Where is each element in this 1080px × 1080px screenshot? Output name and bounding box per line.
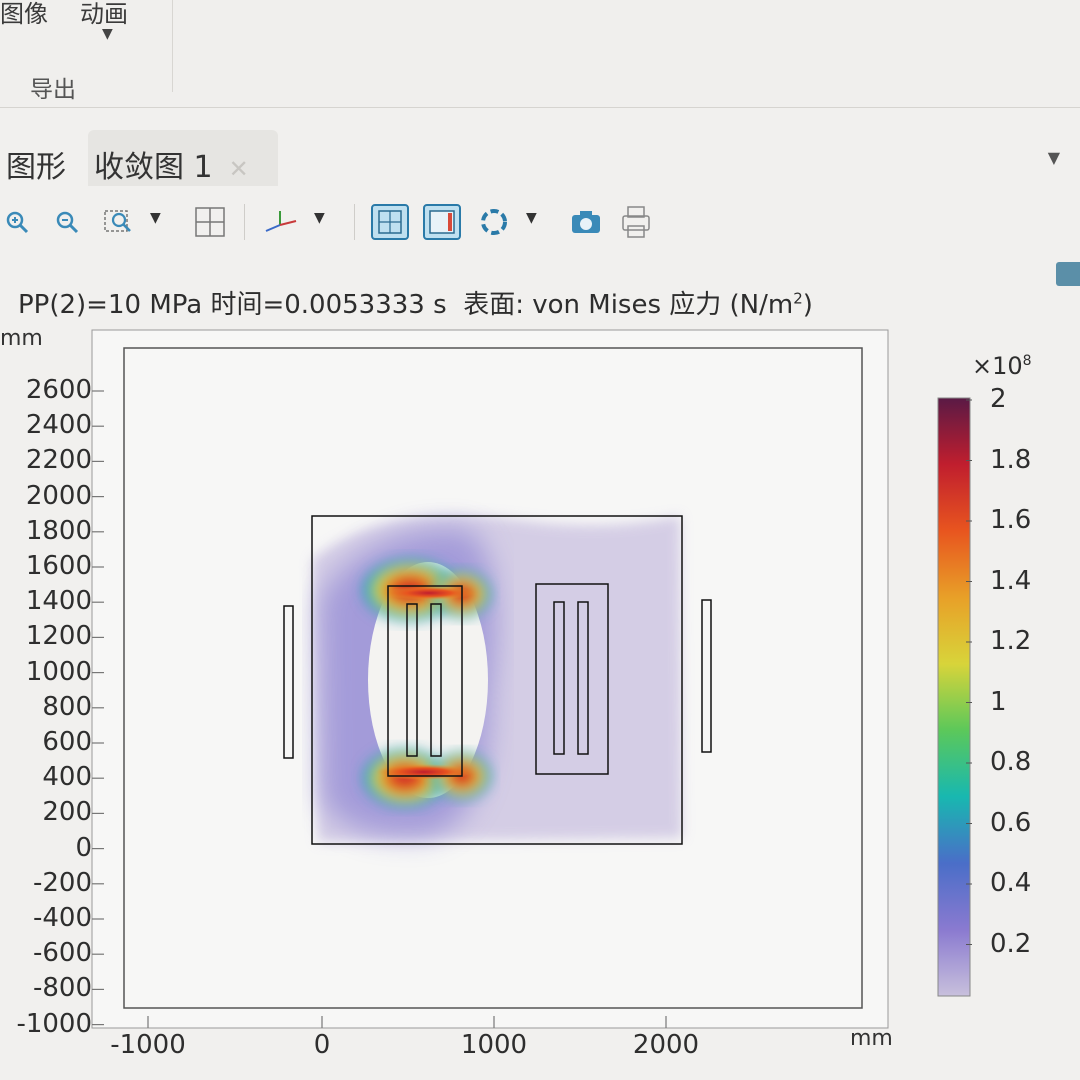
stress-field <box>312 515 682 842</box>
plot-canvas[interactable] <box>0 0 1080 1080</box>
colorbar-tick-label: 0.6 <box>990 807 1032 838</box>
colorbar-tick-label: 1.2 <box>990 626 1032 656</box>
colorbar-tick-label: 1.6 <box>990 505 1032 535</box>
colorbar <box>937 397 971 997</box>
colorbar-tick-label: 0.2 <box>990 928 1032 959</box>
stress-band-top <box>384 586 474 600</box>
stress-band-bottom <box>376 764 472 780</box>
colorbar-tick-label: 1.4 <box>990 565 1032 596</box>
colorbar-tick-label: 0.4 <box>990 868 1032 898</box>
colorbar-multiplier-base: ×10 <box>972 352 1023 380</box>
colorbar-tick-label: 1.8 <box>990 444 1032 475</box>
colorbar-multiplier: ×108 <box>972 352 1032 380</box>
colorbar-multiplier-exponent: 8 <box>1022 353 1032 369</box>
colorbar-tick-label: 0.8 <box>990 747 1032 777</box>
colorbar-tick-label: 2 <box>990 384 1007 414</box>
colorbar-tick-label: 1 <box>990 686 1007 717</box>
